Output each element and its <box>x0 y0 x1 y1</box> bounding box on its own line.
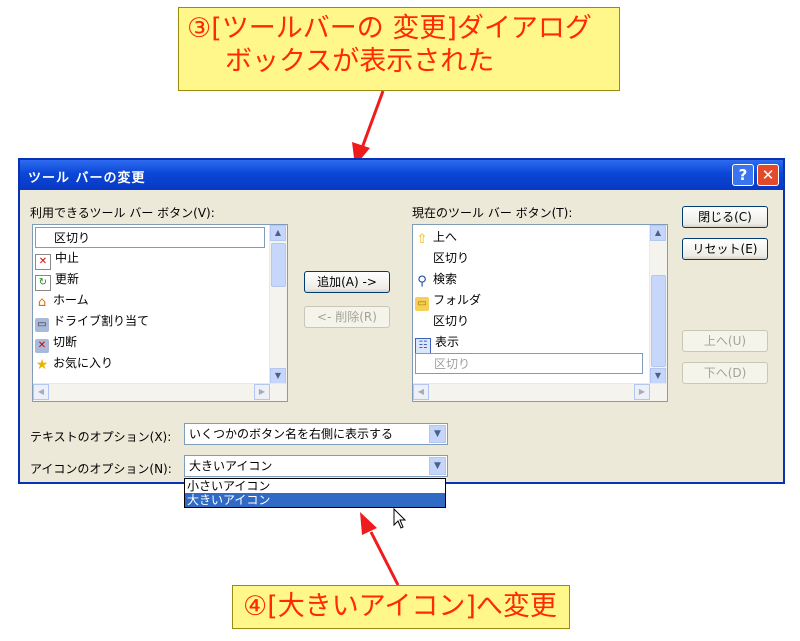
up-folder-icon: ⇧ <box>416 232 428 247</box>
close-window-button[interactable]: ✕ <box>757 164 779 186</box>
customize-toolbar-dialog: ツール バーの変更 ? ✕ 利用できるツール バー ボタン(V): 現在のツール… <box>18 158 785 484</box>
add-button[interactable]: 追加(A) -> <box>304 271 390 293</box>
arrow-top <box>352 90 385 166</box>
icon-options-select[interactable]: 大きいアイコン ▼ <box>184 455 448 477</box>
list-item[interactable]: ↻ 更新 <box>35 269 79 291</box>
folder-icon: ▭ <box>415 297 429 311</box>
scroll-left-button[interactable]: ◀ <box>413 384 429 400</box>
scroll-up-button[interactable]: ▲ <box>650 225 666 241</box>
chevron-down-icon[interactable]: ▼ <box>429 425 446 443</box>
current-buttons-list[interactable]: ⇧ 上へ 区切り ⚲ 検索 ▭ フォルダ 区切り ☷ 表示 区切り ▲ ▼ ◀ ▶ <box>412 224 668 402</box>
move-down-button[interactable]: 下へ(D) <box>682 362 768 384</box>
annotation-callout-bottom: ④[大きいアイコン]へ変更 <box>232 585 570 629</box>
dialog-title-bar[interactable]: ツール バーの変更 ? ✕ <box>20 160 783 190</box>
favorites-icon: ★ <box>35 357 49 373</box>
scroll-left-button[interactable]: ◀ <box>33 384 49 400</box>
list-item[interactable]: ★ お気に入り <box>35 353 113 374</box>
available-buttons-list[interactable]: 区切り ✕ 中止 ↻ 更新 ⌂ ホーム ▭ ドライブ割り当て ✕ 切断 ★ お気に入り ▲ … <box>32 224 288 402</box>
scroll-right-button[interactable]: ▶ <box>254 384 270 400</box>
list-item[interactable]: ▭ ドライブ割り当て <box>35 311 149 332</box>
available-list-horizontal-scrollbar[interactable]: ◀ ▶ <box>33 383 287 401</box>
dropdown-option-large-icons[interactable]: 大きいアイコン <box>185 493 445 507</box>
disconnect-icon: ✕ <box>35 339 49 353</box>
search-icon: ⚲ <box>417 274 427 289</box>
refresh-icon: ↻ <box>35 275 51 291</box>
help-button[interactable]: ? <box>732 164 754 186</box>
list-item[interactable]: ☷ 表示 <box>415 332 459 354</box>
stop-icon: ✕ <box>35 254 51 270</box>
list-item[interactable]: 区切り <box>35 227 265 248</box>
list-item[interactable]: ✕ 切断 <box>35 332 77 353</box>
move-up-button[interactable]: 上へ(U) <box>682 330 768 352</box>
list-item[interactable]: ▭ フォルダ <box>415 290 481 311</box>
current-list-horizontal-scrollbar[interactable]: ◀ ▶ <box>413 383 667 401</box>
reset-button[interactable]: リセット(E) <box>682 238 768 260</box>
remove-button[interactable]: <- 削除(R) <box>304 306 390 328</box>
list-item[interactable]: 区切り <box>415 311 469 332</box>
dropdown-option-small-icons[interactable]: 小さいアイコン <box>185 479 445 493</box>
home-icon: ⌂ <box>37 295 47 310</box>
scroll-right-button[interactable]: ▶ <box>634 384 650 400</box>
list-item[interactable]: 区切り <box>415 353 643 374</box>
close-button[interactable]: 閉じる(C) <box>682 206 768 228</box>
scroll-up-button[interactable]: ▲ <box>270 225 286 241</box>
list-item[interactable]: ⌂ ホーム <box>35 290 89 311</box>
list-item[interactable]: ✕ 中止 <box>35 248 79 270</box>
list-item[interactable]: 区切り <box>415 248 469 269</box>
scroll-thumb[interactable] <box>651 275 666 367</box>
available-buttons-label: 利用できるツール バー ボタン(V): <box>30 206 215 220</box>
chevron-down-icon[interactable]: ▼ <box>429 457 446 475</box>
scroll-down-button[interactable]: ▼ <box>650 368 666 384</box>
map-drive-icon: ▭ <box>35 318 49 332</box>
mouse-cursor-icon <box>393 508 407 529</box>
icon-options-dropdown-list[interactable]: 小さいアイコン 大きいアイコン <box>184 478 446 508</box>
scroll-down-button[interactable]: ▼ <box>270 368 286 384</box>
text-options-label: テキストのオプション(X): <box>30 430 172 444</box>
views-icon: ☷ <box>415 338 431 354</box>
current-buttons-label: 現在のツール バー ボタン(T): <box>412 206 573 220</box>
icon-options-label: アイコンのオプション(N): <box>30 462 172 476</box>
list-item[interactable]: ⇧ 上へ <box>415 227 457 248</box>
list-item[interactable]: ⚲ 検索 <box>415 269 457 290</box>
current-list-vertical-scrollbar[interactable]: ▲ ▼ <box>649 225 667 384</box>
dialog-title: ツール バーの変更 <box>28 171 146 186</box>
scroll-thumb[interactable] <box>271 243 286 287</box>
available-list-vertical-scrollbar[interactable]: ▲ ▼ <box>269 225 287 384</box>
text-options-select[interactable]: いくつかのボタン名を右側に表示する ▼ <box>184 423 448 445</box>
